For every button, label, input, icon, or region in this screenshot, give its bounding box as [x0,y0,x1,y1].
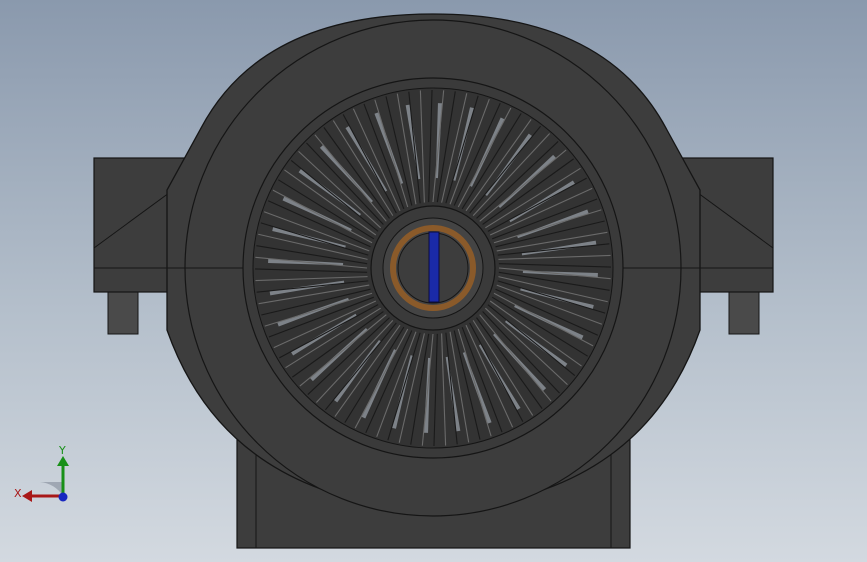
axis-triad: Y X [14,444,69,502]
shaft-key [428,231,440,303]
fan-housing-model[interactable] [0,0,867,562]
x-axis-label: X [14,487,22,500]
impeller-hub [370,205,496,331]
x-axis-head [22,490,32,502]
y-axis-head [57,456,69,466]
triad-plane [40,482,63,496]
cad-viewport[interactable]: Y X [0,0,867,562]
z-axis-dot [58,492,68,502]
y-axis-label: Y [58,444,66,457]
